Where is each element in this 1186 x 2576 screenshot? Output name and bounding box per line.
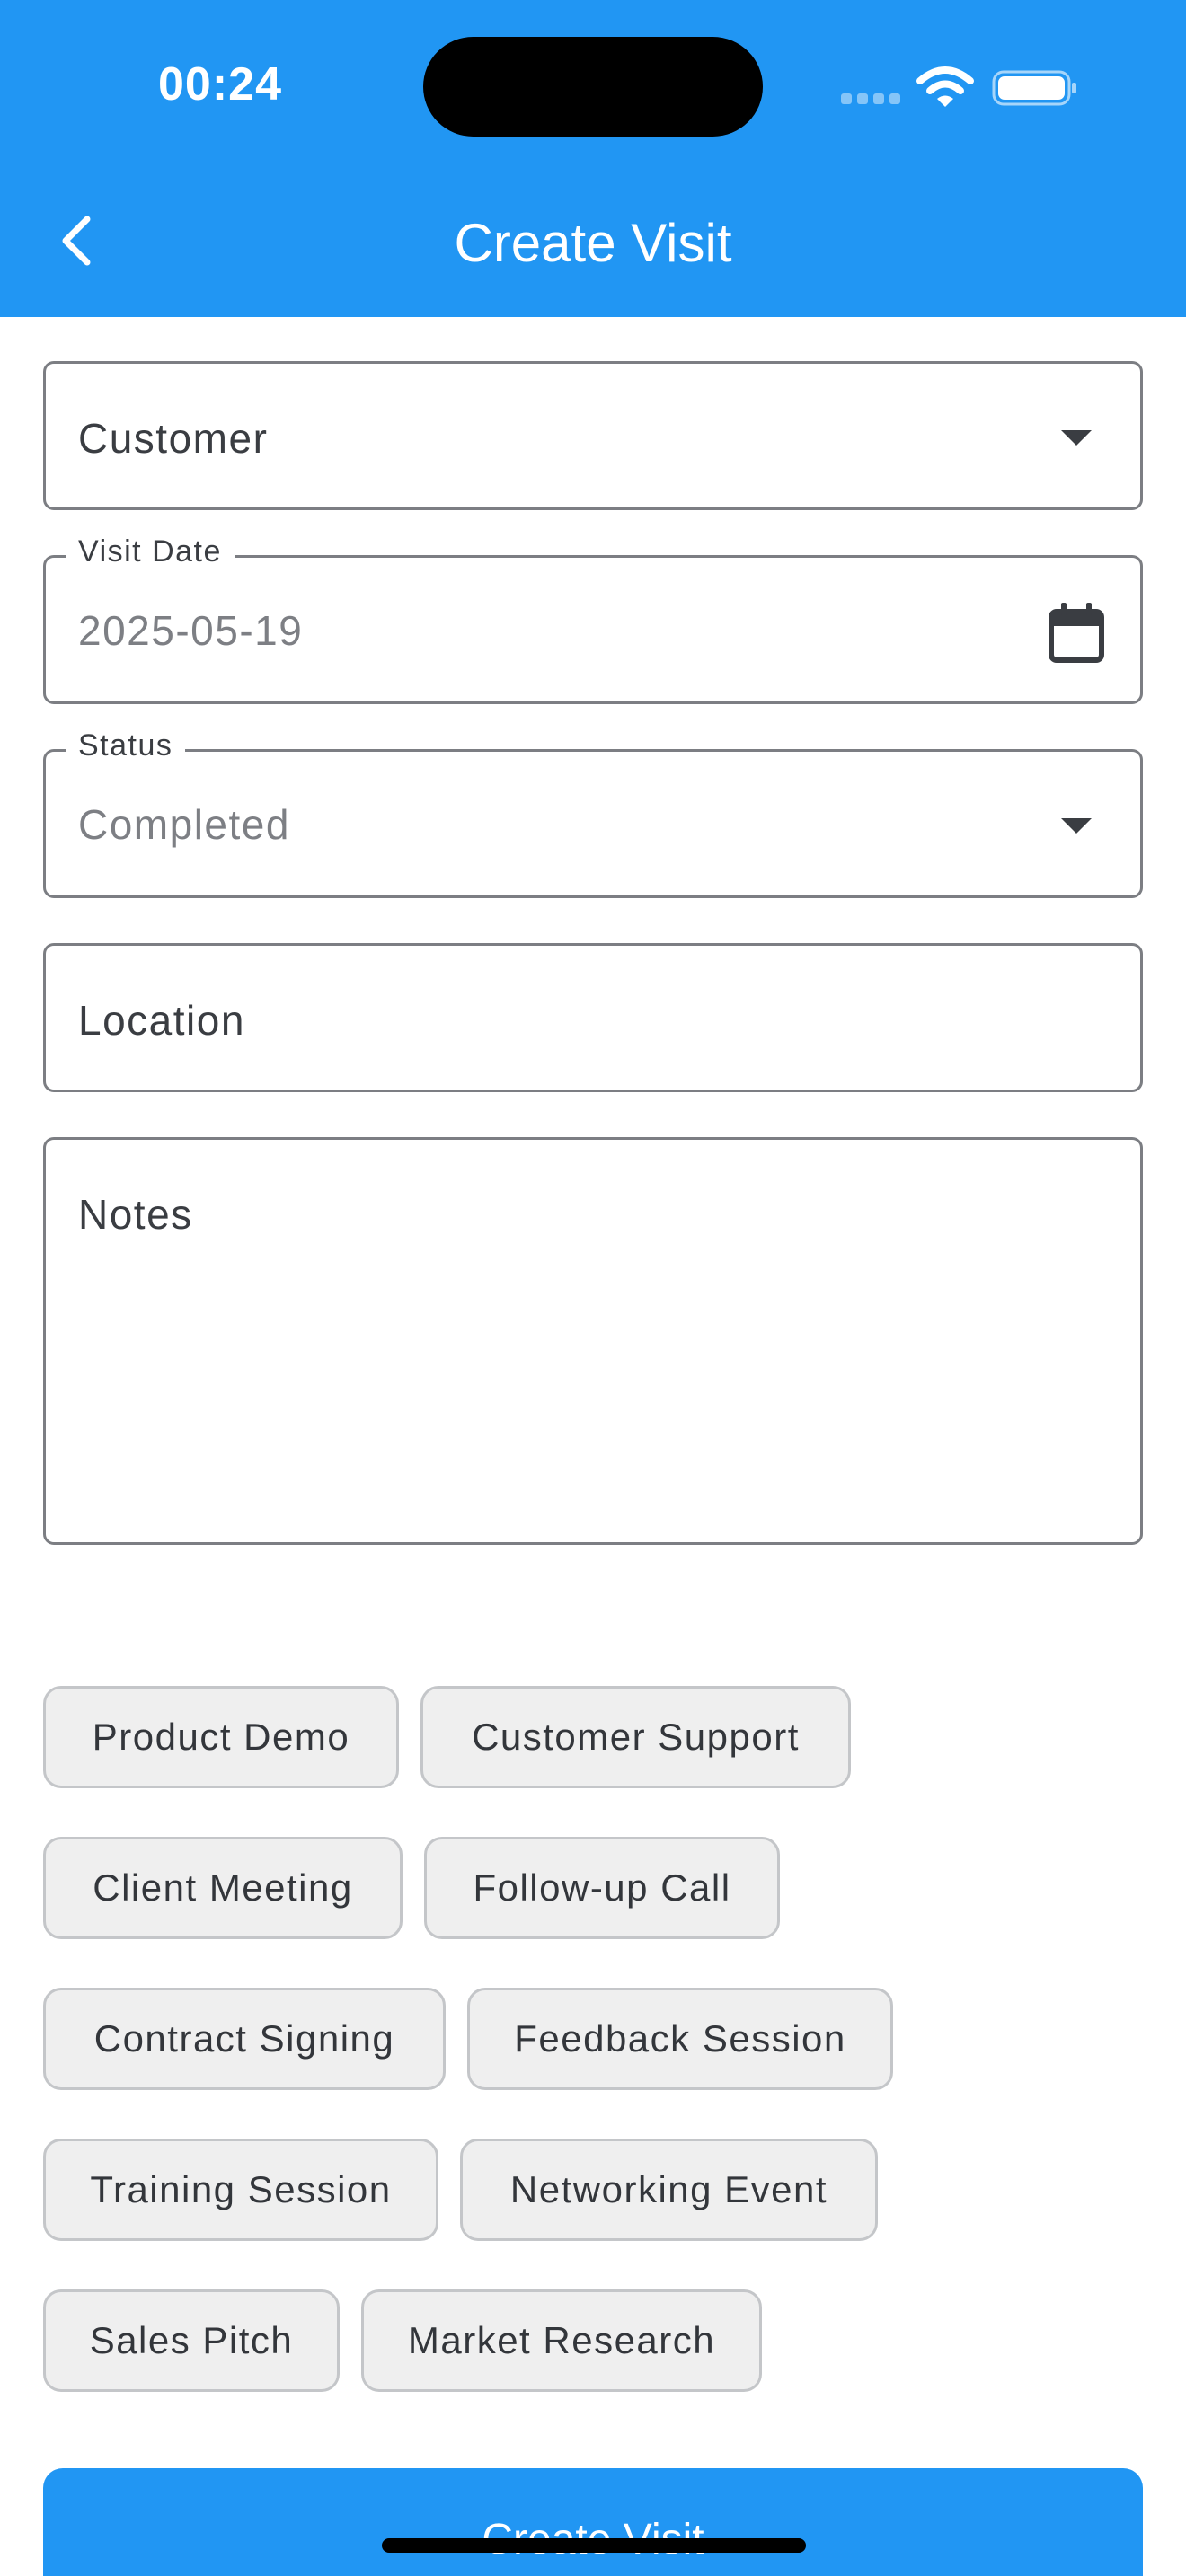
dropdown-arrow-icon [1061,430,1092,446]
battery-icon [992,70,1076,106]
visit-date-field[interactable]: Visit Date 2025-05-19 [43,534,1143,704]
chip-contract-signing[interactable]: Contract Signing [43,1988,446,2090]
status-dropdown[interactable]: Status Completed [43,728,1143,898]
chip-training-session[interactable]: Training Session [43,2139,438,2241]
chip-networking-event[interactable]: Networking Event [460,2139,878,2241]
location-input[interactable]: Location [43,943,1143,1092]
page-title: Create Visit [454,213,732,273]
chip-customer-support[interactable]: Customer Support [420,1686,851,1788]
notes-label: Notes [78,1191,193,1238]
chip-sales-pitch[interactable]: Sales Pitch [43,2289,340,2392]
calendar-icon[interactable] [1047,601,1106,664]
chip-follow-up-call[interactable]: Follow-up Call [424,1837,780,1939]
cellular-signal-icon [841,93,902,106]
chip-market-research[interactable]: Market Research [361,2289,762,2392]
customer-label: Customer [78,415,269,462]
create-visit-button[interactable]: Create Visit [43,2468,1143,2576]
home-indicator [382,2538,806,2553]
visit-date-value: 2025-05-19 [78,607,304,654]
status-time: 00:24 [158,58,282,110]
chip-product-demo[interactable]: Product Demo [43,1686,399,1788]
location-label: Location [78,997,245,1044]
status-label: Status [66,728,186,763]
visit-date-label: Visit Date [66,534,235,569]
customer-dropdown[interactable]: Customer [43,361,1143,510]
app-bar: 00:24 Create Visit [0,0,1186,317]
dropdown-arrow-icon [1061,818,1092,834]
dynamic-island [423,37,763,137]
status-value: Completed [78,801,290,848]
wifi-icon [916,66,974,107]
chip-client-meeting[interactable]: Client Meeting [43,1837,403,1939]
notes-textarea[interactable]: Notes [43,1137,1143,1545]
chip-feedback-session[interactable]: Feedback Session [467,1988,893,2090]
